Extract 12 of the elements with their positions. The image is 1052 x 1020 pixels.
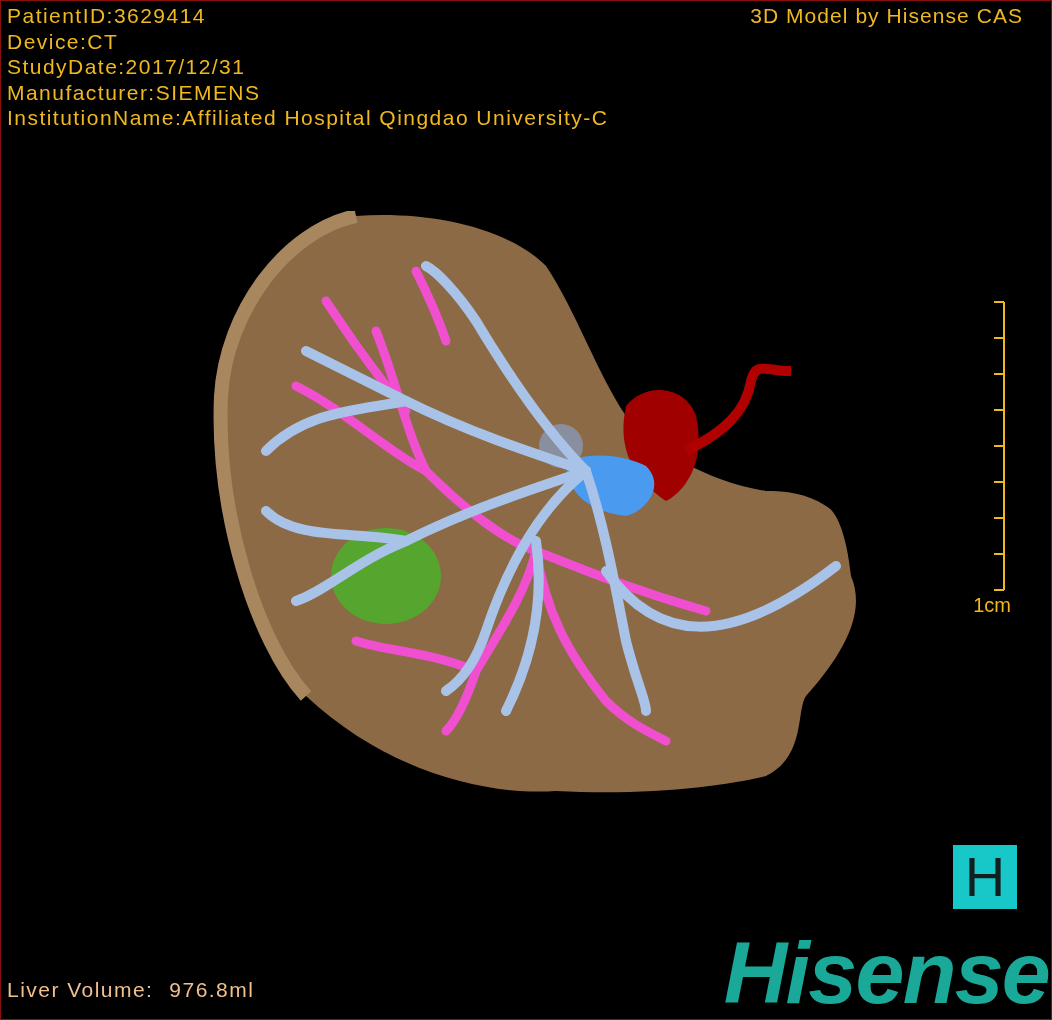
patient-info-text: PatientID:3629414: [7, 3, 207, 29]
volume-label: Liver Volume:: [7, 976, 154, 1003]
patient-info-text: StudyDate:2017/12/31: [7, 54, 247, 80]
patient-info-text: Device:CT: [7, 28, 120, 54]
patient-info-text: InstitutionName:Affiliated Hospital Qingdao University-C: [7, 105, 609, 131]
scale-bar-icon: [992, 300, 1007, 591]
patient-info-text: Manufacturer:SIEMENS: [7, 79, 262, 105]
viewer-title: 3D Model by Hisense CAS: [750, 3, 1023, 29]
volume-value: 976.8ml: [169, 976, 255, 1003]
scale-label: 1cm: [973, 594, 1011, 615]
logo-wordmark: Hisense: [723, 933, 1049, 1013]
logo-mark: H: [953, 845, 1017, 909]
